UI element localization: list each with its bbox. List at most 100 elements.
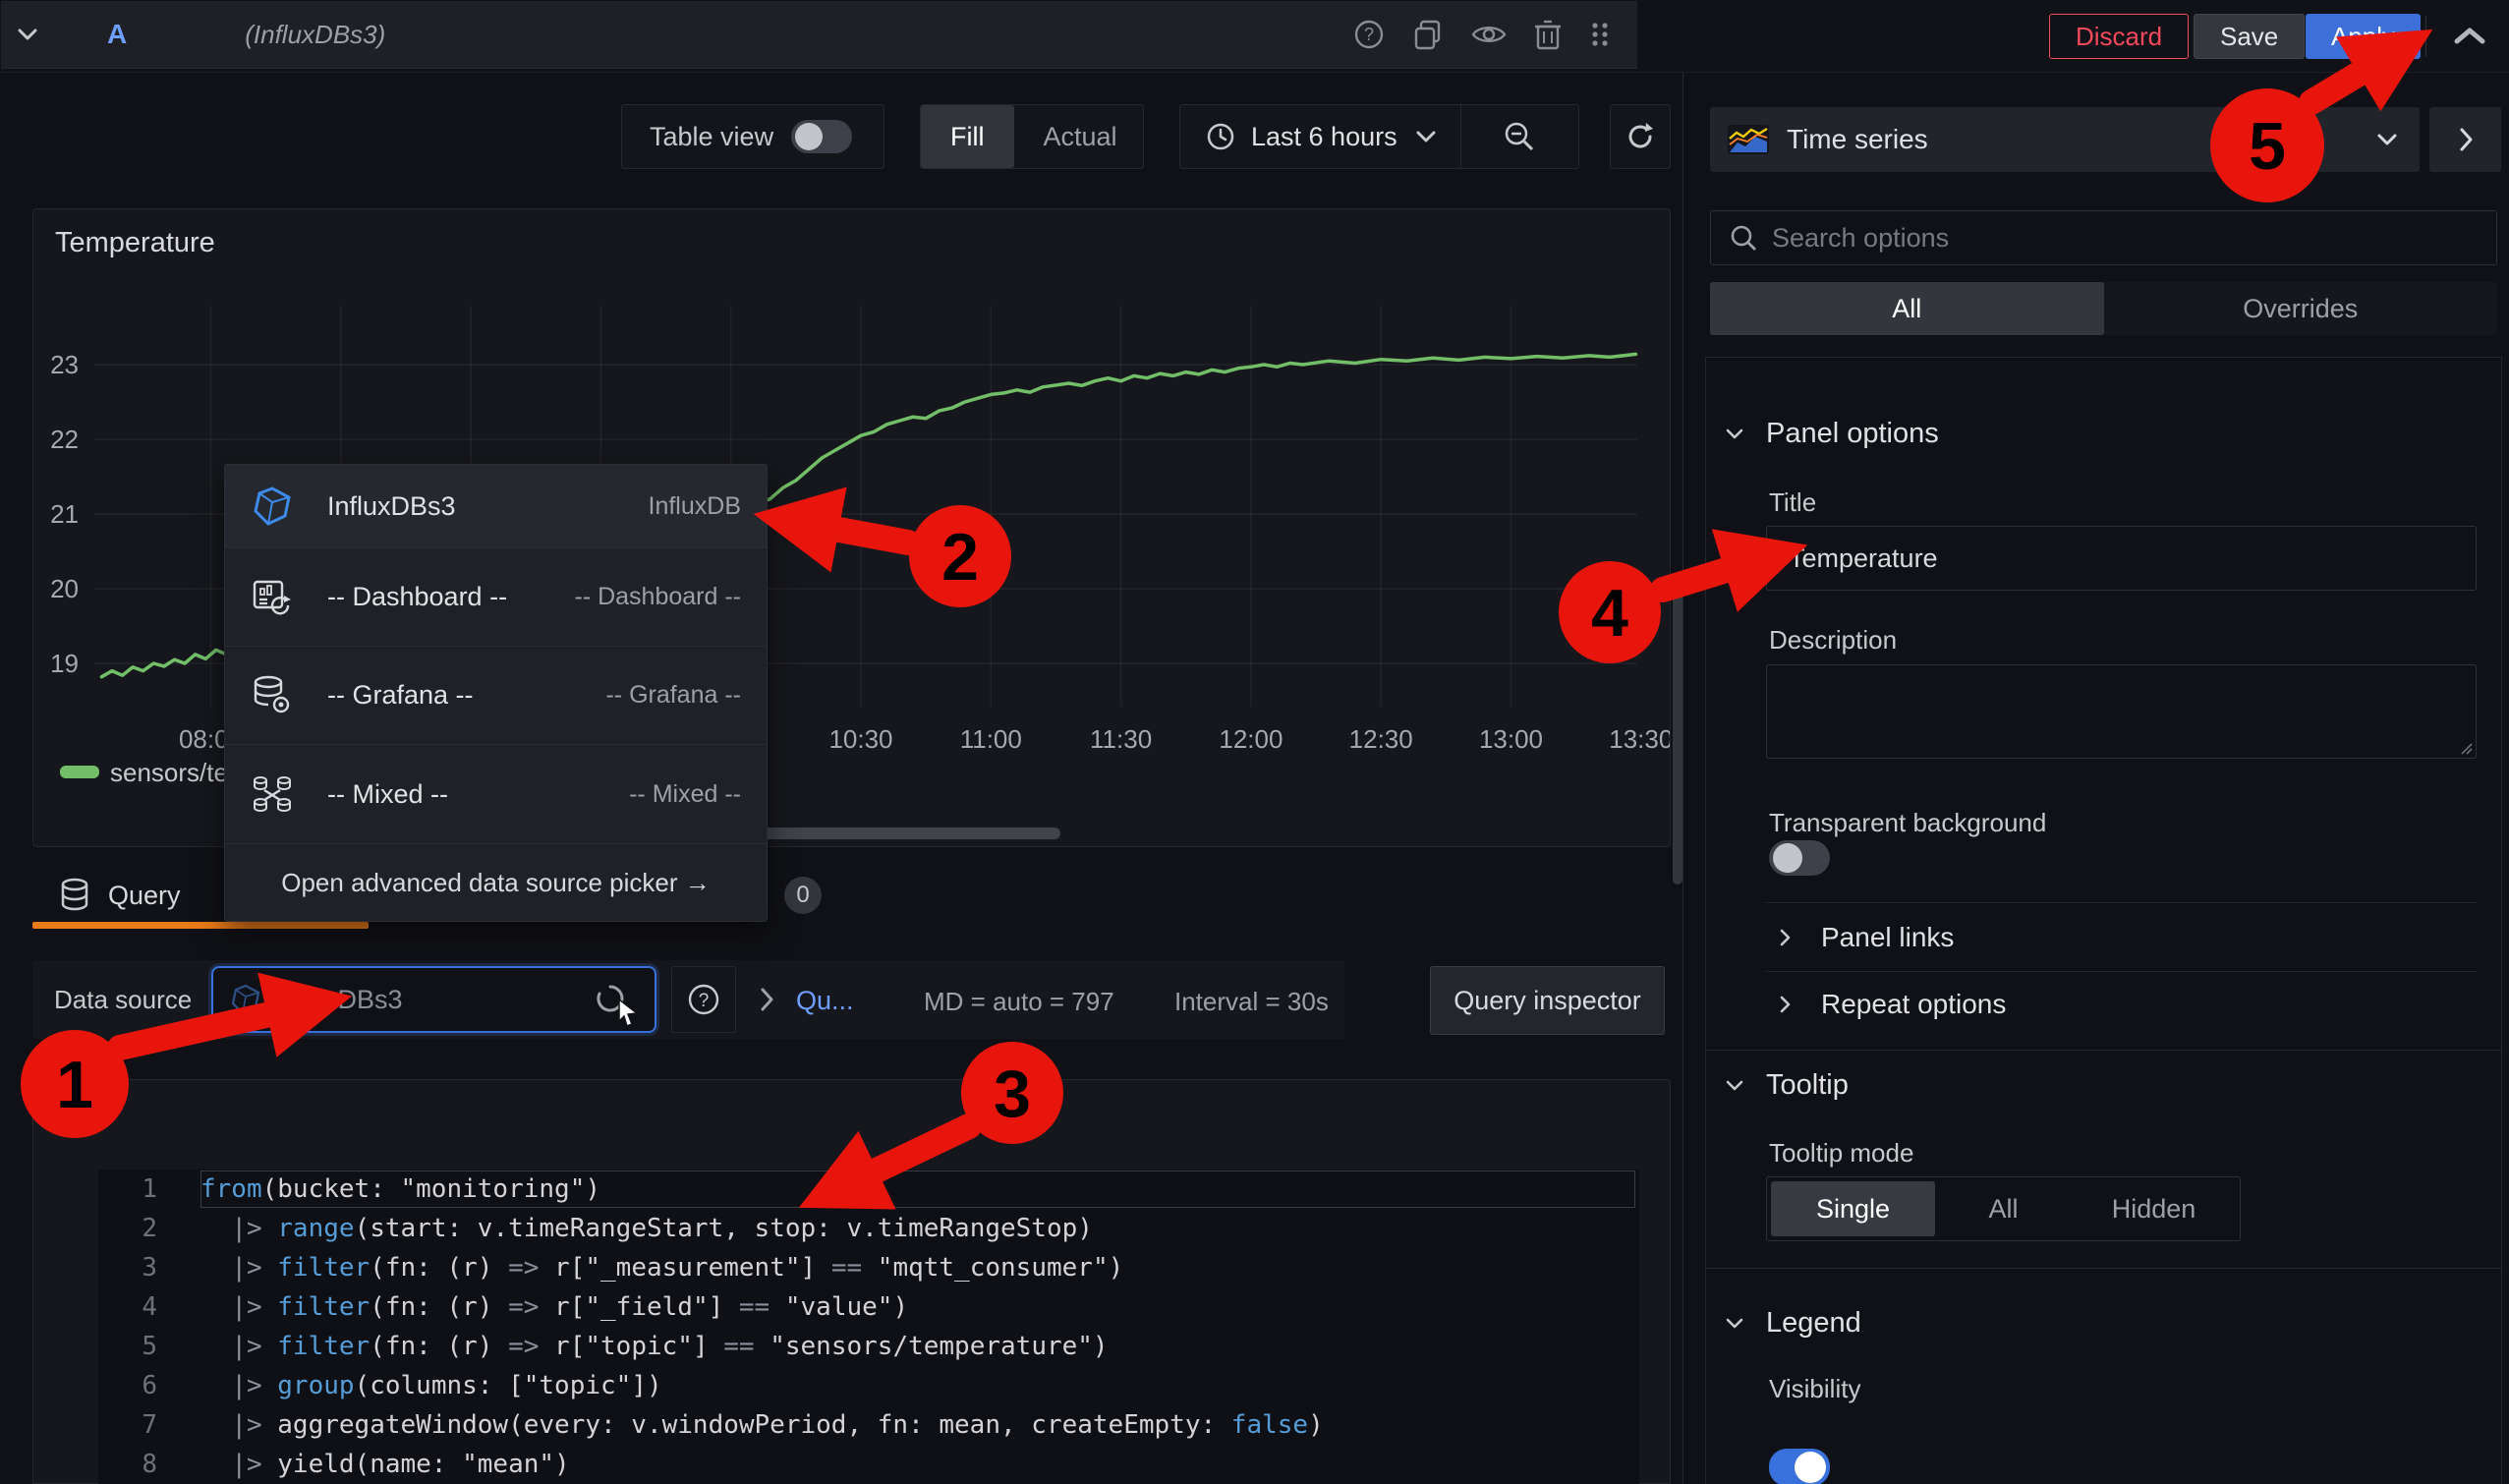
discard-button[interactable]: Discard [2049,14,2189,59]
open-advanced-picker-row[interactable]: Open advanced data source picker → [225,843,767,921]
code-line[interactable]: 1from(bucket: "monitoring") [98,1170,1639,1209]
zoom-out-icon[interactable] [1503,120,1536,153]
open-advanced-picker-label: Open advanced data source picker → [251,868,741,898]
save-button[interactable]: Save [2194,14,2305,59]
table-view-group: Table view [621,104,884,169]
search-icon [1729,223,1758,253]
section-chevron-right-icon [1779,928,1792,947]
time-picker-group: Last 6 hours [1179,104,1579,169]
popup-item-name: -- Dashboard -- [327,582,507,612]
refresh-button[interactable] [1610,104,1671,169]
svg-text:?: ? [1364,25,1374,44]
tooltip-header[interactable]: Tooltip [1725,1069,1849,1102]
search-options-input[interactable]: Search options [1710,210,2497,265]
query-options-chevron-icon[interactable] [759,987,774,1012]
actual-option[interactable]: Actual [1014,105,1147,168]
popup-item-type: -- Mixed -- [629,780,741,809]
panel-links-section[interactable]: Panel links [1779,922,1954,953]
datasource-help-button[interactable]: ? [671,966,736,1033]
section-border [1705,1050,2502,1051]
help-circle-icon: ? [687,983,720,1016]
visibility-label: Visibility [1769,1374,1860,1404]
y-axis-tick: 21 [50,499,79,529]
query-ref-letter: A [107,19,127,50]
navbar-divider [2425,16,2426,57]
grafana-edit-panel-screen: Home › Dashboards › Environment › Edit p… [0,0,2509,1484]
code-line[interactable]: 7 |> aggregateWindow(every: v.windowPeri… [98,1405,1639,1445]
tooltip-mode-segmented: Single All Hidden [1766,1176,2241,1241]
viz-picker-label: Time series [1787,124,1928,155]
tooltip-mode-single[interactable]: Single [1771,1181,1935,1236]
table-view-toggle[interactable] [791,120,852,153]
repeat-options-section[interactable]: Repeat options [1779,989,2006,1020]
y-axis-tick: 20 [50,574,79,603]
legend-visibility-toggle[interactable] [1769,1449,1830,1484]
apply-button[interactable]: Apply [2306,14,2421,59]
popup-item-name: InfluxDBs3 [327,491,456,522]
query-help-icon[interactable]: ? [1352,18,1386,51]
code-line[interactable]: 3 |> filter(fn: (r) => r["_measurement"]… [98,1248,1639,1287]
code-line[interactable]: 2 |> range(start: v.timeRangeStart, stop… [98,1209,1639,1248]
line-number: 6 [98,1371,157,1400]
popup-item-dashboard[interactable]: -- Dashboard -- -- Dashboard -- [225,548,767,647]
transparent-background-label: Transparent background [1769,808,2046,838]
popup-item-name: -- Grafana -- [327,680,474,711]
time-range-chevron-down-icon[interactable] [1415,130,1437,143]
transparent-background-toggle[interactable] [1769,840,1830,876]
query-inspector-button[interactable]: Query inspector [1430,966,1665,1035]
datasource-picker-popup: InfluxDBs3 InfluxDB -- Dashboard -- -- D… [224,464,768,922]
popup-item-type: InfluxDB [649,492,741,521]
datasource-picker-input[interactable]: InfluxDBs3 [211,966,656,1033]
fill-option[interactable]: Fill [921,105,1014,168]
tab-overrides[interactable]: Overrides [2104,282,2498,335]
popup-item-influxdb[interactable]: InfluxDBs3 InfluxDB [225,465,767,548]
resize-handle-icon[interactable] [2459,741,2473,755]
code-line[interactable]: 8 |> yield(name: "mean") [98,1445,1639,1484]
mouse-cursor-icon [615,998,641,1027]
panel-horizontal-scrollbar[interactable] [758,828,1060,839]
description-textarea[interactable] [1766,664,2477,759]
viz-picker-button[interactable]: Time series [1710,107,2420,172]
popup-item-type: -- Dashboard -- [575,583,742,611]
search-options-placeholder: Search options [1772,223,1949,254]
divider [1766,971,2477,972]
panel-title-input[interactable]: Temperature [1766,526,2477,591]
duplicate-query-icon[interactable] [1411,18,1445,51]
query-tab[interactable]: Query [59,869,181,922]
popup-item-grafana[interactable]: -- Grafana -- -- Grafana -- [225,647,767,745]
flux-query-editor[interactable]: 1from(bucket: "monitoring")2 |> range(st… [98,1170,1639,1484]
main-vertical-scrollbar[interactable] [1673,580,1682,885]
popup-item-mixed[interactable]: -- Mixed -- -- Mixed -- [225,745,767,843]
hide-query-eye-icon[interactable] [1470,18,1508,51]
text-caret [270,982,272,1017]
section-chevron-down-icon [1725,1317,1744,1330]
tab-all[interactable]: All [1710,282,2104,335]
collapse-query-chevron-icon[interactable] [17,28,38,41]
line-number: 4 [98,1292,157,1322]
legend-header[interactable]: Legend [1725,1307,1861,1340]
line-number: 8 [98,1450,157,1479]
query-ref-header[interactable]: A (InfluxDBs3) ? [1,1,1637,69]
pane-splitter[interactable] [1682,72,1683,1484]
code-line[interactable]: 6 |> group(columns: ["topic"]) [98,1366,1639,1405]
x-axis-tick: 10:30 [828,724,892,754]
time-range-label[interactable]: Last 6 hours [1251,122,1397,152]
collapse-pane-chevron-up-icon[interactable] [2449,24,2490,49]
panel-options-header[interactable]: Panel options [1725,418,1939,450]
tooltip-mode-hidden[interactable]: Hidden [2072,1181,2236,1236]
query-ref-datasource: (InfluxDBs3) [245,20,385,50]
line-number: 7 [98,1410,157,1440]
x-axis-tick: 13:00 [1479,724,1543,754]
delete-query-trash-icon[interactable] [1533,18,1563,51]
section-chevron-down-icon [1725,428,1744,440]
query-options-link[interactable]: Qu... [796,986,854,1016]
y-axis-tick: 22 [50,425,79,454]
drag-handle-icon[interactable] [1588,18,1612,51]
code-line[interactable]: 4 |> filter(fn: (r) => r["_field"] == "v… [98,1287,1639,1327]
code-line[interactable]: 5 |> filter(fn: (r) => r["topic"] == "se… [98,1327,1639,1366]
tooltip-mode-all[interactable]: All [1935,1181,2072,1236]
open-viz-list-button[interactable] [2429,107,2501,172]
x-axis-tick: 13:30 [1609,724,1670,754]
fill-actual-segmented: Fill Actual [920,104,1144,169]
viz-picker-chevron-down-icon [2376,133,2398,146]
